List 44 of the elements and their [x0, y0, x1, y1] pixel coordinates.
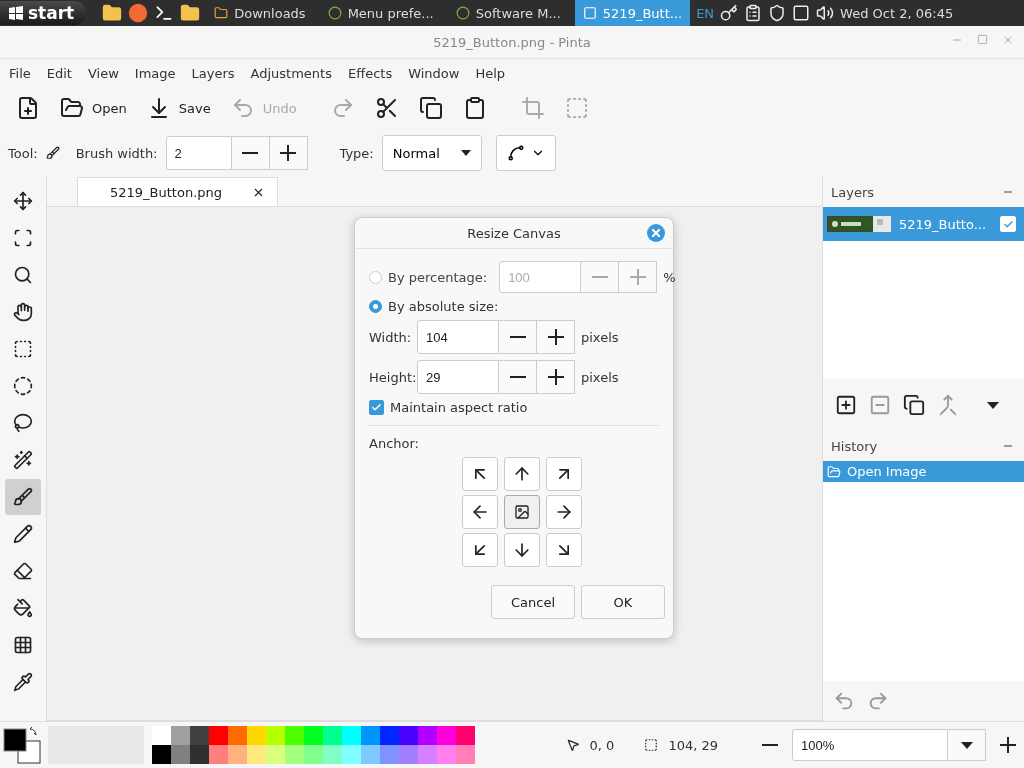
- toolbar-button[interactable]: Save: [140, 92, 217, 124]
- height-field[interactable]: 29: [417, 360, 499, 394]
- tool-label: Tool:: [8, 145, 38, 161]
- brush-width-field[interactable]: 2: [165, 136, 232, 170]
- clock[interactable]: Wed Oct 2, 06:45: [840, 5, 954, 21]
- menu-item[interactable]: View: [87, 65, 119, 81]
- panel-title: Layers: [831, 184, 875, 200]
- cursor-position: 0, 0: [589, 737, 615, 753]
- menu-item[interactable]: Image: [134, 65, 176, 81]
- menu-item[interactable]: Adjustments: [250, 65, 332, 81]
- toolbar-button[interactable]: Open: [54, 92, 133, 124]
- field-label: Width:: [369, 329, 411, 345]
- taskbar-item[interactable]: Menu prefe...: [319, 0, 442, 26]
- keyboard-layout[interactable]: EN: [696, 5, 715, 21]
- unit-label: pixels: [581, 369, 619, 385]
- zoom-field[interactable]: 100%: [792, 729, 948, 761]
- menu-item[interactable]: Effects: [348, 65, 393, 81]
- checkbox-label: Maintain aspect ratio: [390, 400, 528, 415]
- cancel-button[interactable]: Cancel: [491, 585, 575, 619]
- panel-title: History: [831, 438, 878, 454]
- tab-label: 5219_Button.png: [110, 184, 222, 200]
- window-title: 5219_Button.png - Pinta: [433, 34, 591, 50]
- menu-item[interactable]: Window: [408, 65, 460, 81]
- menu-item[interactable]: Edit: [46, 65, 72, 81]
- selection-size: 104, 29: [668, 737, 718, 753]
- taskbar-item[interactable]: Software M...: [447, 0, 569, 26]
- radio-label: By percentage:: [388, 269, 488, 285]
- dialog-title: Resize Canvas: [467, 225, 561, 241]
- unit-label: %: [663, 269, 676, 285]
- document-tab[interactable]: 5219_Button.png: [77, 177, 278, 206]
- start-button[interactable]: start: [0, 1, 87, 25]
- radio-label: By absolute size:: [388, 299, 499, 314]
- taskbar-item[interactable]: Downloads: [206, 0, 314, 26]
- layer-name: 5219_Butto...: [899, 216, 987, 232]
- anchor-label: Anchor:: [369, 436, 420, 451]
- type-label: Type:: [339, 145, 374, 161]
- unit-label: pixels: [581, 329, 619, 345]
- menu-item[interactable]: Layers: [191, 65, 235, 81]
- brush-width-label: Brush width:: [75, 145, 158, 161]
- menu-item[interactable]: Help: [475, 65, 506, 81]
- menu-item[interactable]: File: [9, 65, 31, 81]
- type-dropdown[interactable]: Normal: [381, 135, 482, 171]
- ok-button[interactable]: OK: [581, 585, 665, 619]
- width-field[interactable]: 104: [417, 320, 499, 354]
